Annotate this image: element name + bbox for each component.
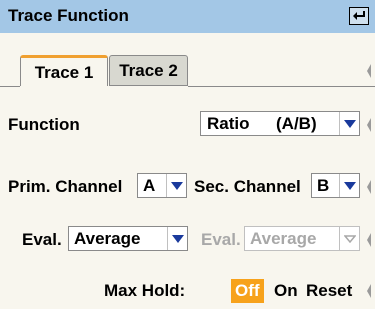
scroll-left-icon (367, 180, 371, 194)
tab-trace-2[interactable]: Trace 2 (109, 55, 188, 86)
max-hold-row: Max Hold: Off On Reset (0, 278, 375, 306)
sec-channel-value: B (317, 176, 330, 195)
function-value-detail: (A/B) (276, 114, 317, 133)
prim-channel-dropdown[interactable]: A (137, 173, 187, 198)
function-dropdown[interactable]: Ratio (A/B) (200, 111, 360, 136)
chevron-down-icon (339, 112, 359, 135)
sec-channel-dropdown[interactable]: B (311, 173, 360, 198)
prim-channel-label: Prim. Channel (8, 177, 123, 196)
chevron-down-icon (339, 174, 359, 197)
tab-divider (188, 86, 375, 87)
scroll-left-icon (367, 64, 371, 78)
tab-trace-1[interactable]: Trace 1 (20, 55, 108, 86)
title-bar: Trace Function (0, 0, 375, 33)
prim-channel-value: A (143, 176, 156, 195)
chevron-down-icon (167, 227, 187, 250)
enter-icon[interactable] (349, 7, 369, 25)
chevron-down-icon (339, 227, 359, 250)
function-value: Ratio (207, 114, 250, 133)
eval-label-2: Eval. (201, 230, 241, 249)
max-hold-on-button[interactable]: On (270, 279, 302, 303)
max-hold-label: Max Hold: (104, 281, 186, 300)
eval-dropdown-2: Average (244, 226, 360, 251)
eval-value-1: Average (74, 229, 141, 248)
chevron-down-icon (166, 174, 186, 197)
channel-row: Prim. Channel A Sec. Channel B (0, 172, 375, 202)
function-row: Function Ratio (A/B) (0, 110, 375, 140)
tab-strip: Trace 1 Trace 2 (0, 33, 375, 88)
eval-label-1: Eval. (22, 230, 62, 249)
eval-dropdown-1[interactable]: Average (68, 226, 188, 251)
max-hold-off-button[interactable]: Off (231, 279, 264, 303)
scroll-left-icon (367, 284, 371, 298)
function-label: Function (8, 115, 80, 134)
scroll-left-icon (367, 118, 371, 132)
window-title: Trace Function (8, 6, 129, 25)
eval-row: Eval. Average Eval. Average (0, 225, 375, 255)
eval-value-2: Average (250, 229, 317, 248)
sec-channel-label: Sec. Channel (194, 177, 301, 196)
tab-divider (0, 86, 20, 87)
max-hold-reset-button[interactable]: Reset (302, 279, 356, 303)
scroll-left-icon (367, 233, 371, 247)
